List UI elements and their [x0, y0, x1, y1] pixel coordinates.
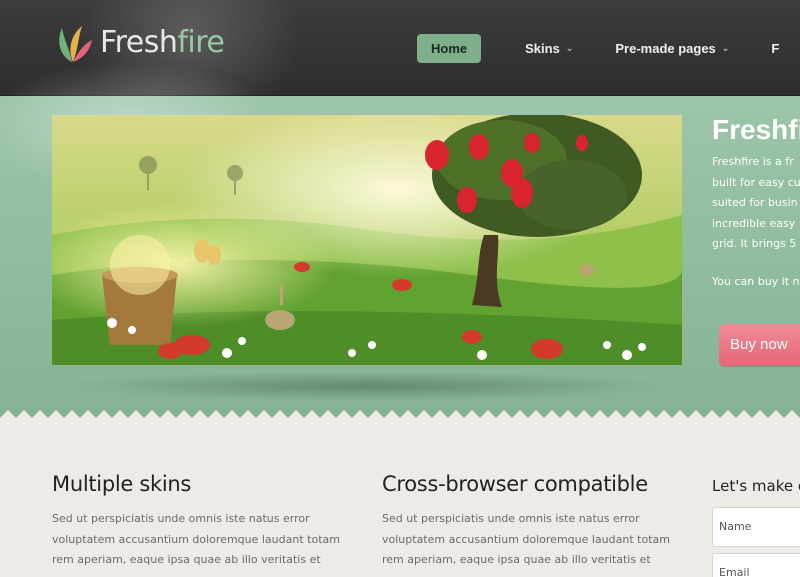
name-field-placeholder: Name	[719, 520, 752, 533]
nav-skins[interactable]: Skins ⌄	[511, 34, 587, 63]
nav-home-label: Home	[431, 41, 468, 56]
chevron-down-icon: ⌄	[721, 43, 730, 53]
zigzag-divider	[0, 408, 800, 428]
nav-home[interactable]: Home	[417, 34, 482, 63]
feature-text-line: rem aperiam, eaque ipsa quae ab illo ver…	[382, 553, 651, 566]
nav-skins-label: Skins	[525, 41, 560, 56]
chevron-down-icon: ⌄	[565, 43, 574, 53]
main-nav: Home Skins ⌄ Pre-made pages ⌄ F	[417, 34, 793, 63]
logo-text: Freshfire	[100, 24, 225, 60]
feature-multiple-skins: Multiple skins Sed ut perspiciatis unde …	[52, 472, 340, 571]
nav-more[interactable]: F	[757, 34, 793, 63]
slide-shadow	[62, 371, 672, 401]
feature-text-line: rem aperiam, eaque ipsa quae ab illo ver…	[52, 553, 321, 566]
hero-description-line: incredible easy	[712, 216, 796, 230]
buy-now-button[interactable]: Buy now	[719, 324, 800, 366]
nav-pre-made-pages-label: Pre-made pages	[615, 41, 716, 56]
feature-cross-browser: Cross-browser compatible Sed ut perspici…	[382, 472, 670, 571]
email-field-placeholder: Email	[719, 566, 750, 577]
contact-form-title: Let's make c	[712, 477, 800, 495]
logo-text-fire: fire	[177, 24, 225, 60]
feature-text-line: voluptatem accusantium doloremque laudan…	[52, 532, 340, 546]
feature-text-line: Sed ut perspiciatis unde omnis iste natu…	[52, 512, 310, 525]
hero-buy-text: You can buy it n	[712, 275, 800, 288]
feature-text-line: voluptatem accusantium doloremque laudan…	[382, 532, 670, 546]
hero-slide-image[interactable]	[52, 115, 682, 365]
feature-text: Sed ut perspiciatis unde omnis iste natu…	[52, 509, 340, 571]
feature-text-line: Sed ut perspiciatis unde omnis iste natu…	[382, 512, 640, 525]
hero-description: Freshfire is a fr built for easy cu suit…	[712, 152, 800, 255]
hero-description-line: suited for busin	[712, 196, 798, 209]
hero-description-line: built for easy cu	[712, 175, 800, 189]
hero-description-line: Freshfire is a fr	[712, 155, 794, 168]
feature-title: Cross-browser compatible	[382, 472, 648, 496]
email-field[interactable]: Email	[712, 553, 800, 577]
name-field[interactable]: Name	[712, 507, 800, 547]
feature-text: Sed ut perspiciatis unde omnis iste natu…	[382, 509, 670, 571]
hero-title: Freshfi	[712, 114, 800, 145]
hero-section: Freshfi Freshfire is a fr built for easy…	[0, 56, 800, 426]
nav-more-label: F	[771, 41, 780, 56]
logo-text-fresh: Fresh	[100, 24, 178, 60]
feature-title: Multiple skins	[52, 472, 192, 496]
hero-description-line: grid. It brings 5	[712, 237, 797, 250]
nav-pre-made-pages[interactable]: Pre-made pages ⌄	[601, 34, 743, 63]
